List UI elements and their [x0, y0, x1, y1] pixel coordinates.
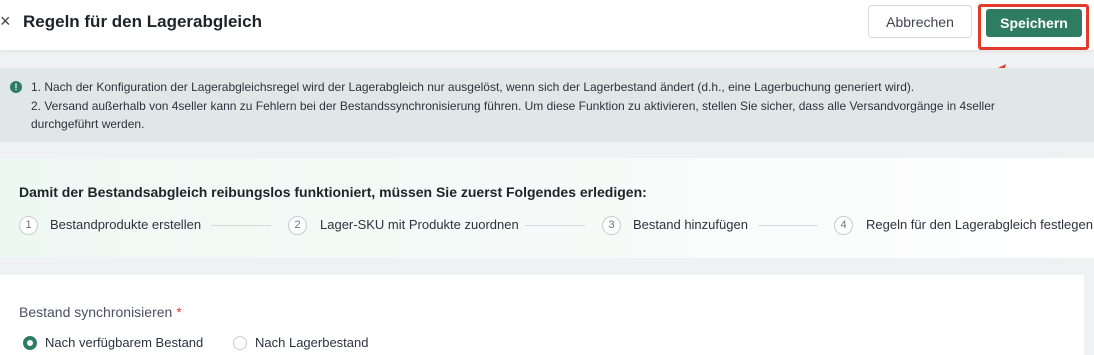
step-connector [758, 225, 818, 226]
radio-available-stock[interactable] [23, 336, 37, 350]
step-label-2[interactable]: Lager-SKU mit Produkte zuordnen [320, 217, 519, 232]
radio-available-stock-label[interactable]: Nach verfügbarem Bestand [45, 335, 203, 350]
step-label-1[interactable]: Bestandprodukte erstellen [50, 217, 201, 232]
notice-line-3: durchgeführt werden. [31, 117, 145, 131]
close-icon[interactable]: × [0, 11, 16, 31]
setup-steps-panel [0, 158, 1094, 258]
notice-line-2: 2. Versand außerhalb von 4seller kann zu… [31, 99, 995, 113]
page-header: × Regeln für den Lagerabgleich Abbrechen… [0, 0, 1094, 50]
step-label-4[interactable]: Regeln für den Lagerabgleich festlegen [866, 217, 1093, 232]
save-button[interactable]: Speichern [986, 9, 1082, 37]
step-number-2: 2 [288, 216, 307, 235]
required-mark: * [176, 304, 182, 320]
step-label-3[interactable]: Bestand hinzufügen [633, 217, 748, 232]
step-number-4: 4 [834, 216, 853, 235]
notice-line-1: 1. Nach der Konfiguration der Lagerabgle… [31, 80, 915, 94]
sync-section-label: Bestand synchronisieren * [19, 304, 182, 320]
radio-warehouse-stock-label[interactable]: Nach Lagerbestand [255, 335, 368, 350]
radio-warehouse-stock[interactable] [233, 336, 247, 350]
step-connector [211, 225, 271, 226]
steps-title: Damit der Bestandsabgleich reibungslos f… [19, 184, 647, 200]
cancel-button[interactable]: Abbrechen [868, 5, 972, 38]
info-icon: ! [10, 81, 22, 93]
step-connector [525, 225, 585, 226]
page-title: Regeln für den Lagerabgleich [23, 12, 262, 31]
step-number-1: 1 [19, 216, 38, 235]
step-number-3: 3 [602, 216, 621, 235]
sync-label-text: Bestand synchronisieren [19, 304, 173, 320]
